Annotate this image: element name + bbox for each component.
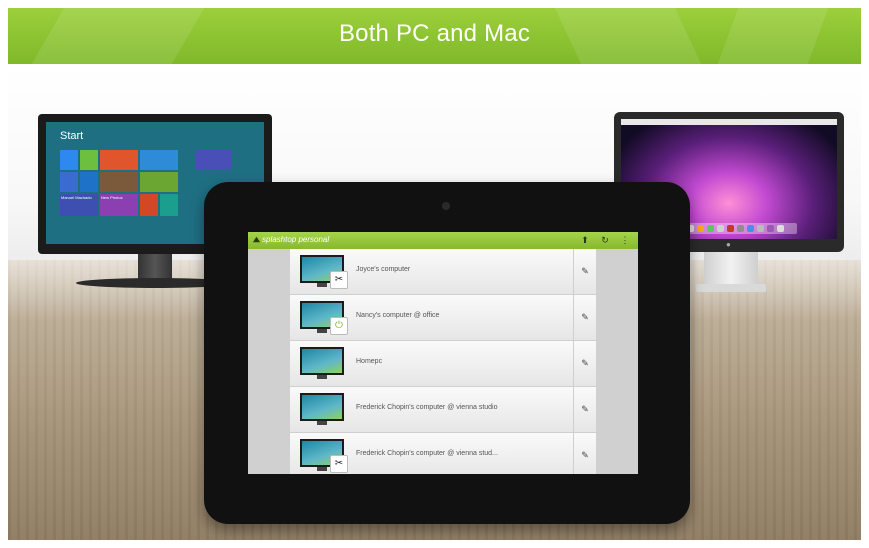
ie-tile: [80, 172, 98, 192]
row-divider: [573, 341, 574, 386]
computer-name: Frederick Chopin's computer @ vienna stu…: [356, 404, 498, 411]
contact-tile: Manuel Machado: [60, 194, 98, 216]
monitor-icon: ⏻: [300, 301, 348, 335]
start-label: Start: [60, 130, 84, 142]
computer-list-column: ✂ Joyce's computer ✎ ⏻ Nancy's computer …: [290, 249, 596, 474]
computer-name: Frederick Chopin's computer @ vienna stu…: [356, 450, 498, 457]
header-banner: Both PC and Mac: [8, 8, 861, 64]
weather-tile: [140, 150, 178, 170]
monitor-icon: [300, 393, 344, 425]
computer-name: Homepc: [356, 358, 383, 365]
monitor-icon: ✂: [300, 439, 348, 473]
store-tile: [60, 150, 78, 170]
row-divider: [573, 295, 574, 340]
power-badge: ⏻: [330, 317, 348, 335]
computer-list: ✂ Joyce's computer ✎ ⏻ Nancy's computer …: [248, 249, 638, 474]
computer-row[interactable]: Homepc ✎: [290, 341, 596, 387]
video-tile: [140, 194, 158, 216]
tablet-device: splashtop personal ⬆ ↻ ⋮ ✂ Joyce's compu…: [204, 182, 690, 524]
apple-logo-icon: ●: [726, 240, 731, 249]
app-action-bar: splashtop personal ⬆ ↻ ⋮: [248, 232, 638, 249]
row-divider: [573, 433, 574, 474]
status-badge: ✂: [330, 271, 348, 289]
news-tile: [60, 172, 78, 192]
row-divider: [573, 387, 574, 432]
computer-name: Joyce's computer: [356, 266, 411, 273]
edit-icon[interactable]: ✎: [578, 448, 592, 462]
edit-icon[interactable]: ✎: [578, 264, 592, 278]
photos-tile: New Photos: [100, 194, 138, 216]
computer-row[interactable]: ⏻ Nancy's computer @ office ✎: [290, 295, 596, 341]
app-brand: splashtop personal: [262, 235, 330, 244]
edit-icon[interactable]: ✎: [578, 310, 592, 324]
pc-stand: [138, 254, 172, 280]
row-divider: [573, 249, 574, 294]
calendar-tile: [196, 150, 232, 170]
banner-title: Both PC and Mac: [338, 20, 531, 47]
games-tile: [80, 150, 98, 170]
refresh-icon[interactable]: ↻: [598, 233, 612, 247]
computer-row[interactable]: ✂ Frederick Chopin's computer @ vienna s…: [290, 433, 596, 474]
splashtop-tile: [140, 172, 178, 192]
status-badge: ✂: [330, 455, 348, 473]
computer-name: Nancy's computer @ office: [356, 312, 440, 319]
camera-icon: [442, 202, 450, 210]
splashtop-app: splashtop personal ⬆ ↻ ⋮ ✂ Joyce's compu…: [248, 232, 638, 474]
monitor-icon: ✂: [300, 255, 348, 289]
mac-menubar: [621, 119, 837, 125]
edit-icon[interactable]: ✎: [578, 356, 592, 370]
computer-row[interactable]: Frederick Chopin's computer @ vienna stu…: [290, 387, 596, 433]
monitor-icon: [300, 347, 344, 379]
computer-row[interactable]: ✂ Joyce's computer ✎: [290, 249, 596, 295]
people-tile: [100, 150, 138, 170]
maps-tile: [160, 194, 178, 216]
edit-icon[interactable]: ✎: [578, 402, 592, 416]
splashtop-logo-icon: [252, 236, 261, 243]
product-scene: Start Manuel Machado New Photos ● splash…: [8, 64, 861, 540]
upload-icon[interactable]: ⬆: [578, 233, 592, 247]
mac-base: [696, 284, 766, 292]
photo-tile: [100, 172, 138, 192]
overflow-menu-icon[interactable]: ⋮: [618, 233, 632, 247]
